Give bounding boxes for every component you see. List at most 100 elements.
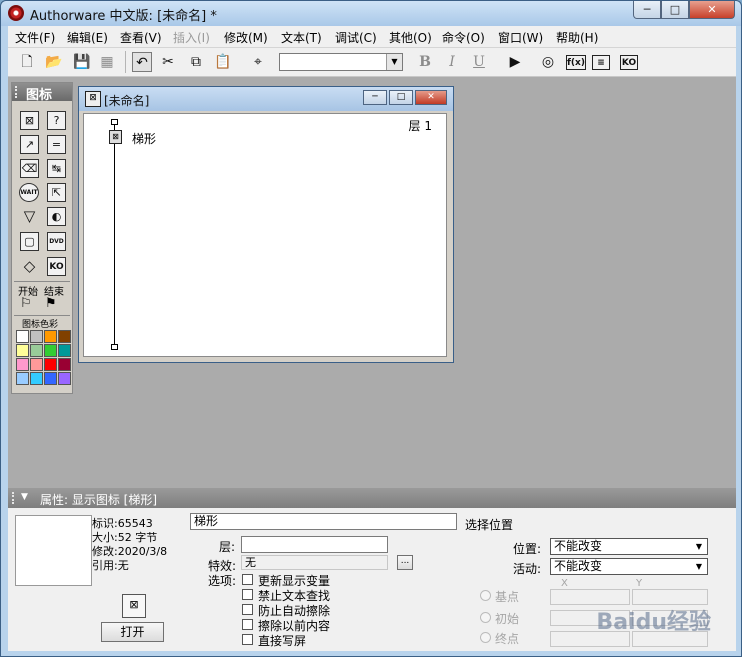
title-bar[interactable]: Authorware 中文版: [未命名] * ─ □ ✕: [1, 1, 741, 26]
minimize-button[interactable]: ─: [633, 1, 661, 19]
layer-field[interactable]: [241, 536, 388, 553]
control-panel-icon[interactable]: ◎: [538, 52, 558, 72]
option-checkbox[interactable]: [242, 634, 253, 645]
grip-icon[interactable]: [12, 492, 17, 504]
effect-browse-button[interactable]: ...: [397, 555, 413, 570]
color-swatch[interactable]: [16, 372, 29, 385]
maximize-button[interactable]: □: [661, 1, 689, 19]
color-swatch[interactable]: [30, 344, 43, 357]
undo-icon[interactable]: ↶: [132, 52, 152, 72]
import-icon[interactable]: ▦: [97, 52, 117, 72]
color-swatch[interactable]: [44, 344, 57, 357]
active-select[interactable]: 不能改变 ▼: [550, 558, 708, 575]
copy-icon[interactable]: ⧉: [186, 52, 206, 72]
motion-icon[interactable]: ↗: [20, 135, 39, 154]
bold-icon[interactable]: B: [415, 52, 435, 72]
flowline-canvas[interactable]: ⊠ 梯形 层 1: [83, 113, 447, 357]
underline-icon[interactable]: U: [469, 52, 489, 72]
color-swatch[interactable]: [30, 372, 43, 385]
color-swatch[interactable]: [58, 372, 71, 385]
find-icon[interactable]: ⌖: [248, 52, 268, 72]
knowledge-objects-icon[interactable]: KO: [620, 55, 638, 70]
functions-icon[interactable]: f(x): [566, 55, 586, 70]
color-swatch[interactable]: [58, 330, 71, 343]
color-swatch[interactable]: [44, 330, 57, 343]
menu-debug[interactable]: 调试(C): [335, 29, 377, 46]
menu-text[interactable]: 文本(T): [281, 29, 322, 46]
menu-edit[interactable]: 编辑(E): [67, 29, 108, 46]
color-swatch[interactable]: [44, 358, 57, 371]
font-combo[interactable]: ▼: [279, 53, 403, 71]
paste-icon[interactable]: 📋: [213, 52, 233, 72]
option-checkbox[interactable]: [242, 604, 253, 615]
decision-icon[interactable]: ▽: [20, 207, 39, 226]
menu-help[interactable]: 帮助(H): [556, 29, 598, 46]
menu-window[interactable]: 窗口(W): [498, 29, 543, 46]
position-select[interactable]: 不能改变 ▼: [550, 538, 708, 555]
dw-close-button[interactable]: ✕: [415, 90, 447, 105]
menu-view[interactable]: 查看(V): [120, 29, 162, 46]
menu-xtras[interactable]: 其他(O): [389, 29, 432, 46]
close-button[interactable]: ✕: [689, 1, 735, 19]
new-file-icon[interactable]: 🗋: [17, 52, 37, 72]
display-icon: ⊠: [122, 594, 146, 618]
base-y-field[interactable]: [632, 589, 708, 605]
interaction-icon[interactable]: ?: [47, 111, 66, 130]
map-icon[interactable]: ▢: [20, 232, 39, 251]
framework-icon[interactable]: ⇱: [47, 183, 66, 202]
end-flag-icon[interactable]: ⚑: [45, 296, 57, 311]
color-swatch[interactable]: [30, 358, 43, 371]
icon-name-field[interactable]: 梯形: [190, 513, 457, 530]
run-icon[interactable]: ▶: [505, 52, 525, 72]
variables-icon[interactable]: ≡: [592, 55, 610, 70]
menu-file[interactable]: 文件(F): [15, 29, 55, 46]
color-swatch[interactable]: [16, 330, 29, 343]
initial-radio[interactable]: [480, 612, 491, 623]
ko-icon[interactable]: KO: [47, 257, 66, 276]
dw-minimize-button[interactable]: ─: [363, 90, 387, 105]
flow-icon-label[interactable]: 梯形: [132, 130, 156, 147]
grip-icon[interactable]: [15, 86, 20, 98]
menu-commands[interactable]: 命令(O): [442, 29, 485, 46]
collapse-arrow-icon[interactable]: ▼: [21, 492, 28, 502]
base-x-field[interactable]: [550, 589, 630, 605]
menu-modify[interactable]: 修改(M): [224, 29, 268, 46]
option-checkbox[interactable]: [242, 574, 253, 585]
client-area: 文件(F) 编辑(E) 查看(V) 插入(I) 修改(M) 文本(T) 调试(C…: [8, 26, 736, 651]
option-checkbox[interactable]: [242, 589, 253, 600]
dvd-icon[interactable]: DVD: [47, 232, 66, 251]
italic-icon[interactable]: I: [442, 52, 462, 72]
design-window-titlebar[interactable]: ⊠ [未命名] ─ □ ✕: [79, 87, 453, 111]
chevron-down-icon[interactable]: ▼: [692, 540, 706, 553]
properties-header[interactable]: ▼ 属性: 显示图标 [梯形]: [8, 488, 736, 508]
end-radio[interactable]: [480, 632, 491, 643]
color-swatch[interactable]: [16, 344, 29, 357]
dw-maximize-button[interactable]: □: [389, 90, 413, 105]
color-swatch[interactable]: [16, 358, 29, 371]
display-icon[interactable]: ⊠: [20, 111, 39, 130]
start-flag-icon[interactable]: ⚐: [20, 296, 32, 311]
digital-movie-icon[interactable]: ◐: [47, 207, 66, 226]
option-checkbox[interactable]: [242, 619, 253, 630]
calculation-icon[interactable]: =: [47, 135, 66, 154]
color-swatch[interactable]: [58, 344, 71, 357]
sound-icon[interactable]: ◇: [20, 257, 39, 276]
cut-icon[interactable]: ✂: [158, 52, 178, 72]
window-title: Authorware 中文版: [未命名] *: [30, 9, 217, 24]
open-folder-icon[interactable]: 📂: [44, 52, 64, 72]
menu-insert[interactable]: 插入(I): [173, 29, 210, 46]
erase-icon[interactable]: ⌫: [20, 159, 39, 178]
palette-header[interactable]: 图标: [12, 83, 72, 103]
color-swatch[interactable]: [58, 358, 71, 371]
save-all-icon[interactable]: 💾: [72, 52, 92, 72]
color-swatch[interactable]: [44, 372, 57, 385]
chevron-down-icon[interactable]: ▼: [386, 54, 402, 70]
color-title: 图标色彩: [22, 320, 59, 330]
display-icon-on-flowline[interactable]: ⊠: [109, 130, 122, 144]
navigate-icon[interactable]: ↹: [47, 159, 66, 178]
color-swatch[interactable]: [30, 330, 43, 343]
wait-icon[interactable]: WAIT: [19, 183, 39, 202]
base-radio[interactable]: [480, 590, 491, 601]
open-button[interactable]: 打开: [101, 622, 164, 642]
chevron-down-icon[interactable]: ▼: [692, 560, 706, 573]
